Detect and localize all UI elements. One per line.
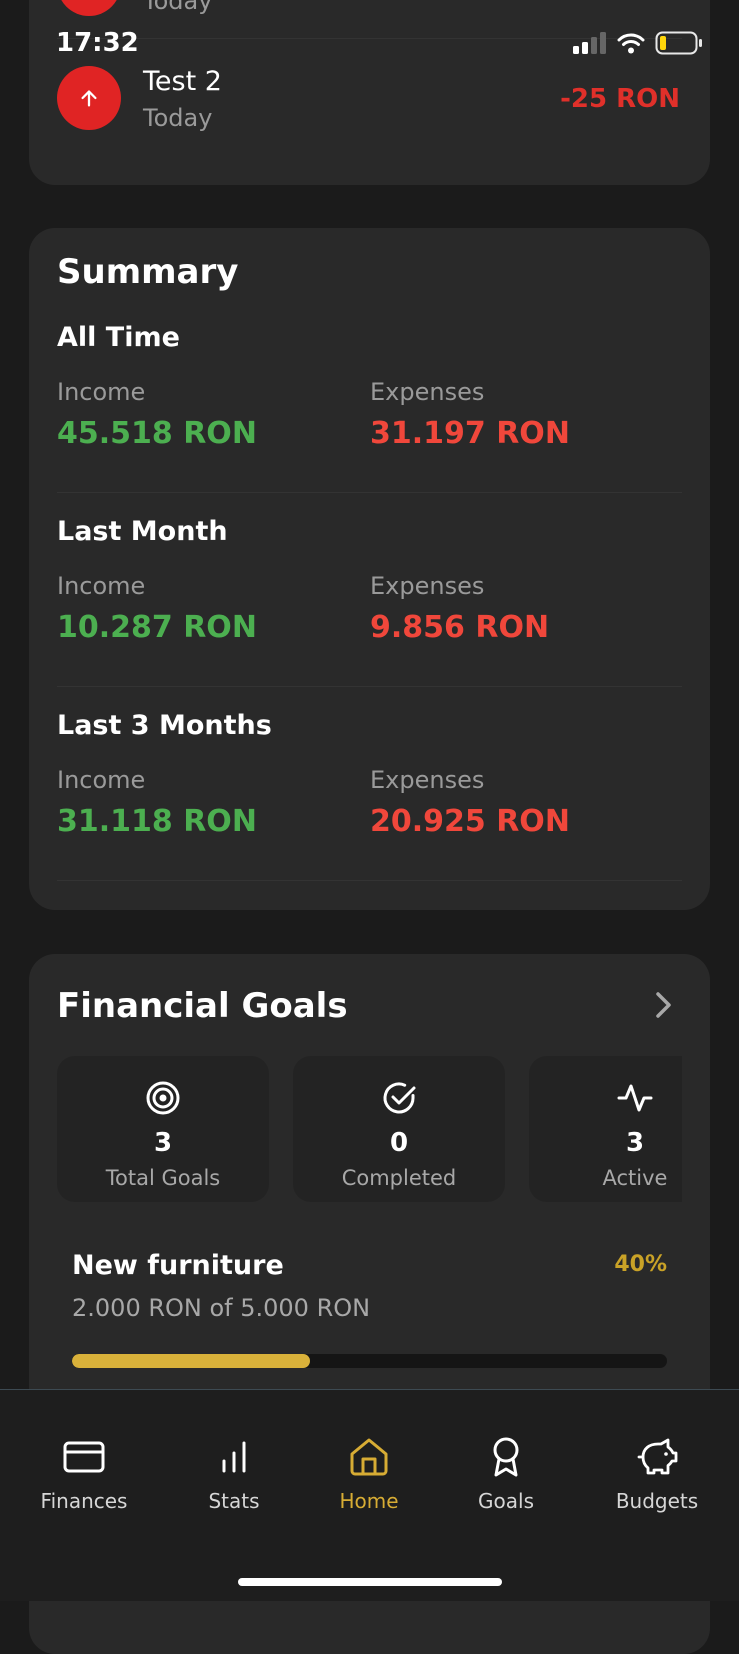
transaction-amount: -25 RON	[560, 84, 680, 114]
stat-label: Completed	[341, 1166, 457, 1190]
stat-total-goals: 3 Total Goals	[57, 1056, 269, 1202]
stat-value: 3	[153, 1128, 173, 1158]
expense-arrow-icon	[57, 66, 121, 130]
transaction-date: Today	[143, 0, 213, 15]
battery-icon	[655, 31, 702, 55]
summary-title: Summary	[57, 252, 239, 292]
stat-value: 0	[389, 1128, 409, 1158]
stat-label: Total Goals	[105, 1166, 221, 1190]
period-label: Last 3 Months	[57, 710, 272, 741]
goal-progress-fill	[72, 1354, 310, 1368]
income-value: 45.518 RON	[57, 416, 257, 451]
divider	[57, 686, 682, 687]
tab-label: Finances	[40, 1489, 128, 1513]
tab-label: Goals	[478, 1489, 534, 1513]
stat-value: 3	[625, 1128, 645, 1158]
period-label: All Time	[57, 322, 180, 353]
stat-label: Active	[602, 1166, 668, 1190]
tab-goals[interactable]: Goals	[436, 1390, 576, 1520]
divider	[57, 492, 682, 493]
income-value: 31.118 RON	[57, 804, 257, 839]
divider	[57, 880, 682, 881]
home-icon	[350, 1438, 388, 1476]
award-icon	[493, 1437, 519, 1477]
goal-percent: 40%	[614, 1252, 667, 1277]
signal-icon	[573, 32, 606, 54]
home-indicator[interactable]	[238, 1578, 502, 1586]
bar-chart-icon	[222, 1441, 246, 1473]
bottom-tab-bar: Finances Stats Home Goals Budgets	[0, 1389, 739, 1601]
transaction-title: Test 2	[143, 66, 222, 97]
expense-arrow-icon	[57, 0, 121, 16]
tab-finances[interactable]: Finances	[14, 1390, 154, 1520]
piggy-bank-icon	[637, 1438, 678, 1475]
goal-progress-bar	[72, 1354, 667, 1368]
stat-completed: 0 Completed	[293, 1056, 505, 1202]
expenses-value: 9.856 RON	[370, 610, 550, 645]
target-icon	[146, 1081, 180, 1115]
activity-icon	[617, 1084, 653, 1112]
expenses-label: Expenses	[370, 378, 485, 406]
wifi-icon	[617, 33, 645, 54]
goal-name: New furniture	[72, 1250, 284, 1281]
expenses-label: Expenses	[370, 766, 485, 794]
income-value: 10.287 RON	[57, 610, 257, 645]
status-time: 17:32	[56, 28, 139, 58]
period-label: Last Month	[57, 516, 228, 547]
card-icon	[63, 1441, 105, 1473]
income-label: Income	[57, 572, 146, 600]
goal-stats-row: 3 Total Goals 0 Completed 3 Active	[29, 954, 682, 1214]
tab-label: Stats	[208, 1489, 260, 1513]
income-label: Income	[57, 378, 146, 406]
transaction-date: Today	[143, 104, 213, 132]
tab-budgets[interactable]: Budgets	[587, 1390, 727, 1520]
tab-home[interactable]: Home	[299, 1390, 439, 1520]
tab-label: Home	[339, 1489, 399, 1513]
check-circle-icon	[383, 1082, 416, 1114]
summary-card: Summary All Time Income Expenses 45.518 …	[29, 228, 710, 910]
expenses-value: 20.925 RON	[370, 804, 570, 839]
status-icons	[573, 30, 703, 56]
tab-label: Budgets	[615, 1489, 699, 1513]
transaction-item[interactable]: Test 2 Today -25 RON	[29, 50, 710, 150]
stat-active: 3 Active	[529, 1056, 682, 1202]
tab-stats[interactable]: Stats	[164, 1390, 304, 1520]
expenses-label: Expenses	[370, 572, 485, 600]
goal-progress-text: 2.000 RON of 5.000 RON	[72, 1294, 371, 1322]
income-label: Income	[57, 766, 146, 794]
expenses-value: 31.197 RON	[370, 416, 570, 451]
